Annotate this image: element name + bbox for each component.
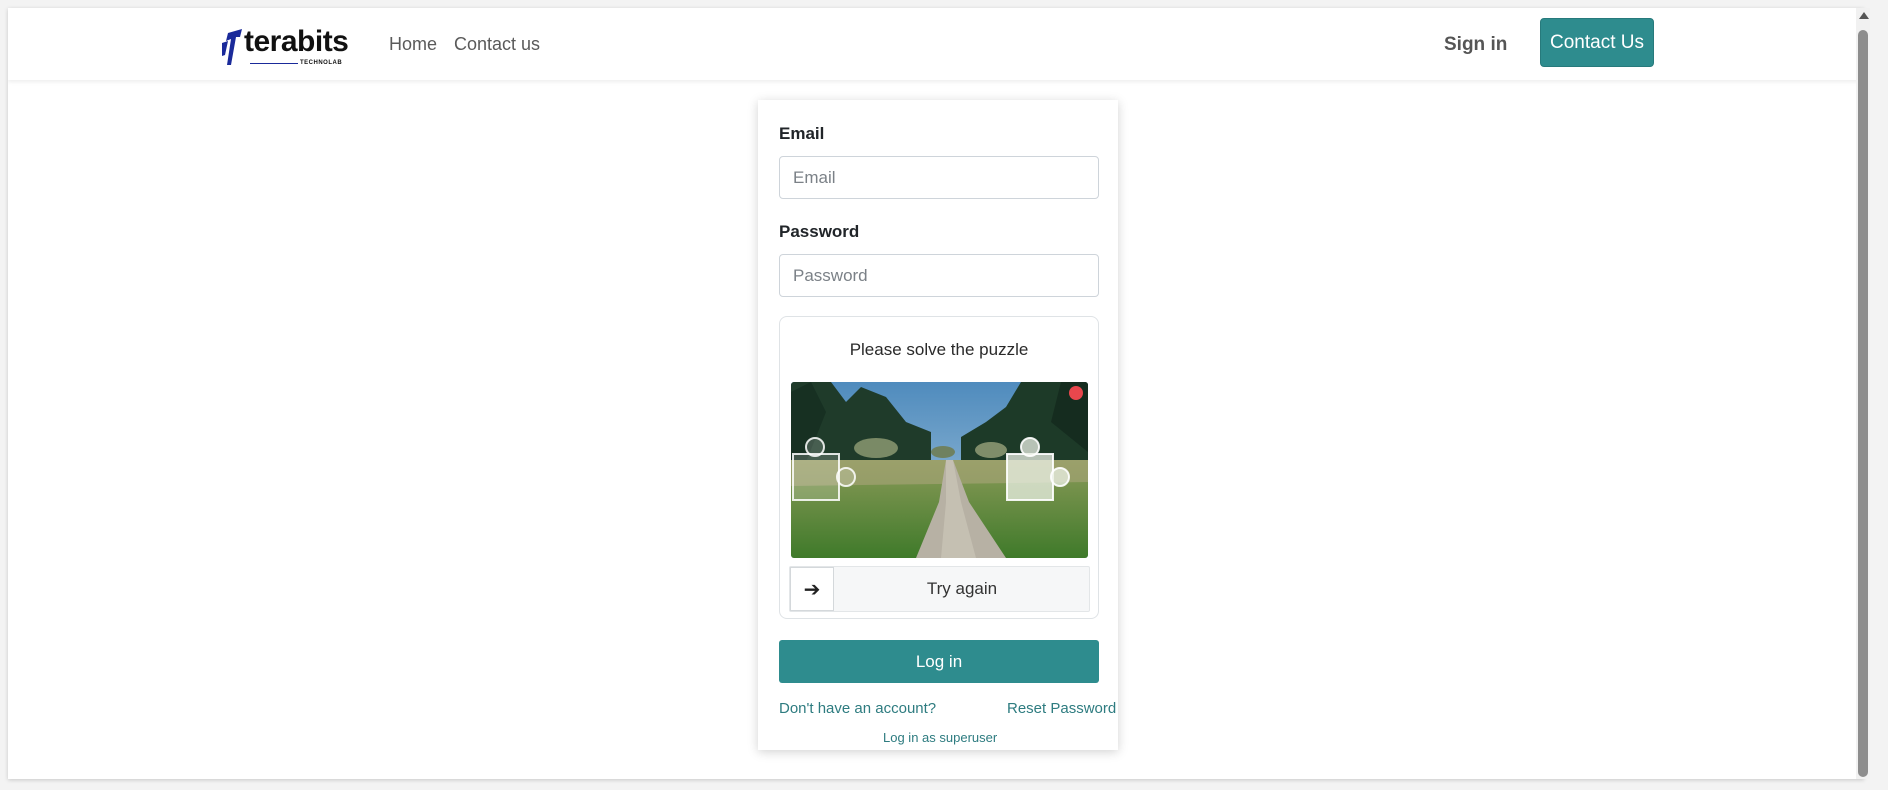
- forest-path-picture: [791, 382, 1088, 558]
- password-input[interactable]: [779, 254, 1099, 297]
- email-label: Email: [779, 124, 825, 143]
- scrollbar-thumb[interactable]: [1858, 30, 1868, 777]
- top-navbar: terabits TECHNOLAB Home Contact us Sign …: [8, 8, 1864, 80]
- logo-mark-icon: [222, 29, 242, 65]
- reset-password-link[interactable]: Reset Password: [1007, 700, 1116, 717]
- captcha-image[interactable]: [791, 382, 1088, 558]
- logo-subtext: TECHNOLAB: [300, 60, 343, 66]
- captcha-puzzle: Please solve the puzzle ➔ Try again: [779, 316, 1099, 619]
- sign-in-link[interactable]: Sign in: [1444, 34, 1507, 56]
- slider-status-text: Try again: [926, 579, 998, 598]
- scroll-up-arrow-icon[interactable]: [1859, 12, 1869, 19]
- login-card: Email Password Please solve the puzzle: [758, 100, 1118, 750]
- logo-text: terabits: [244, 25, 349, 58]
- contact-us-button[interactable]: Contact Us: [1540, 18, 1654, 67]
- close-indicator-icon[interactable]: [1069, 386, 1083, 400]
- slider-handle[interactable]: ➔: [790, 567, 834, 611]
- email-input[interactable]: [779, 156, 1099, 199]
- browser-viewport: terabits TECHNOLAB Home Contact us Sign …: [8, 8, 1864, 779]
- superuser-login-link[interactable]: Log in as superuser: [883, 730, 997, 745]
- nav-home-link[interactable]: Home: [389, 34, 437, 55]
- login-button[interactable]: Log in: [779, 640, 1099, 683]
- arrow-right-icon: ➔: [803, 578, 821, 601]
- logo-underline: [250, 63, 298, 64]
- captcha-title: Please solve the puzzle: [849, 340, 1029, 359]
- captcha-slider[interactable]: ➔ Try again: [789, 566, 1090, 612]
- nav-contact-link[interactable]: Contact us: [454, 34, 540, 55]
- terabits-logo[interactable]: terabits TECHNOLAB: [222, 25, 352, 66]
- signup-link[interactable]: Don't have an account?: [779, 700, 936, 717]
- password-label: Password: [779, 222, 860, 241]
